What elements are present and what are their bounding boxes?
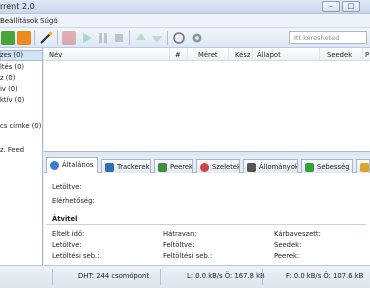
menu-help[interactable]: Súgó (40, 17, 58, 25)
remote-icon[interactable] (172, 31, 186, 45)
speed-graph-icon (305, 163, 314, 172)
logger-icon (360, 163, 369, 172)
remove-icon[interactable] (62, 31, 76, 45)
uploaded-label: Feltöltve: (163, 241, 195, 249)
general-panel: Letöltve: Elérhetőség: Átvitel Eltelt id… (44, 173, 370, 265)
category-sidebar: zes (0) ltés (0) z (0) iv (0) ktív (0) c… (0, 48, 43, 265)
column-size[interactable]: Méret (198, 51, 218, 59)
rss-icon[interactable] (17, 31, 31, 45)
info-icon (50, 161, 59, 170)
tab-speed[interactable]: Sebesség (301, 159, 353, 173)
detail-tabs: Általános Trackerek Peerek Szeletek Állo… (44, 156, 370, 174)
seeds-label: Seedek: (274, 241, 302, 249)
sidebar-item-completed[interactable]: z (0) (0, 74, 15, 82)
pause-icon[interactable] (96, 31, 110, 45)
wasted-label: Kárbaveszett: (274, 230, 321, 238)
column-number[interactable]: # (175, 51, 181, 59)
title-bar: rrent 2.0 – □ (0, 0, 370, 14)
minimize-button[interactable]: – (322, 1, 340, 12)
availability-label: Elérhetőség: (52, 197, 95, 205)
list-header: Név # Méret Kész Állapot Seedek P (44, 48, 370, 61)
search-input[interactable]: Itt keresheted (289, 31, 367, 44)
peers-icon (158, 163, 167, 172)
files-icon (247, 163, 256, 172)
move-up-icon[interactable] (134, 31, 148, 45)
menu-bar: Beállítások Súgó (0, 14, 370, 28)
upload-speed-label: Feltöltési seb.: (163, 252, 213, 260)
download-status: L: 0.0 kB/s Ö: 167.8 kB (187, 272, 265, 280)
pieces-icon (200, 163, 209, 172)
tab-files[interactable]: Állományok (243, 159, 298, 173)
move-down-icon[interactable] (150, 31, 164, 45)
tab-more[interactable] (356, 159, 370, 173)
tab-peers[interactable]: Peerek (154, 159, 193, 173)
download-speed-label: Letöltési seb.: (52, 252, 100, 260)
sidebar-item-inactive[interactable]: ktív (0) (0, 96, 24, 104)
remaining-label: Hátravan: (163, 230, 197, 238)
column-name[interactable]: Név (49, 51, 62, 59)
column-seeds[interactable]: Seedek (327, 51, 352, 59)
upload-status: F: 0.0 kB/s Ö: 107.6 kB (286, 272, 364, 280)
start-icon[interactable] (80, 31, 94, 45)
column-peers[interactable]: P (365, 51, 369, 59)
settings-gear-icon[interactable] (190, 31, 204, 45)
create-torrent-icon[interactable] (39, 31, 53, 45)
downloaded-total-label: Letöltve: (52, 241, 82, 249)
column-done[interactable]: Kész (235, 51, 250, 59)
tab-pieces[interactable]: Szeletek (196, 159, 240, 173)
stop-icon[interactable] (112, 31, 126, 45)
sidebar-item-all[interactable]: zes (0) (0, 51, 23, 59)
elapsed-label: Eltelt idő: (52, 230, 85, 238)
sidebar-item-feeds[interactable]: z. Feed (0, 146, 24, 154)
sidebar-item-active[interactable]: iv (0) (0, 85, 18, 93)
sidebar-item-downloading[interactable]: ltés (0) (0, 63, 24, 71)
maximize-button[interactable]: □ (342, 1, 360, 12)
downloaded-label: Letöltve: (52, 183, 82, 191)
torrent-list[interactable]: Név # Méret Kész Állapot Seedek P (44, 48, 370, 152)
status-bar: DHT: 244 csomópont L: 0.0 kB/s Ö: 167.8 … (0, 265, 370, 288)
add-torrent-icon[interactable] (1, 31, 15, 45)
trackers-icon (105, 163, 114, 172)
peers-label: Peerek: (274, 252, 300, 260)
tab-trackers[interactable]: Trackerek (101, 159, 151, 173)
menu-settings[interactable]: Beállítások (0, 17, 38, 25)
window-title: rrent 2.0 (0, 2, 35, 11)
sidebar-item-no-label[interactable]: cs címke (0) (0, 122, 41, 130)
transfer-heading: Átvitel (52, 215, 78, 223)
dht-status: DHT: 244 csomópont (78, 272, 149, 280)
tab-general[interactable]: Általános (46, 157, 98, 174)
column-status[interactable]: Állapot (257, 51, 281, 59)
